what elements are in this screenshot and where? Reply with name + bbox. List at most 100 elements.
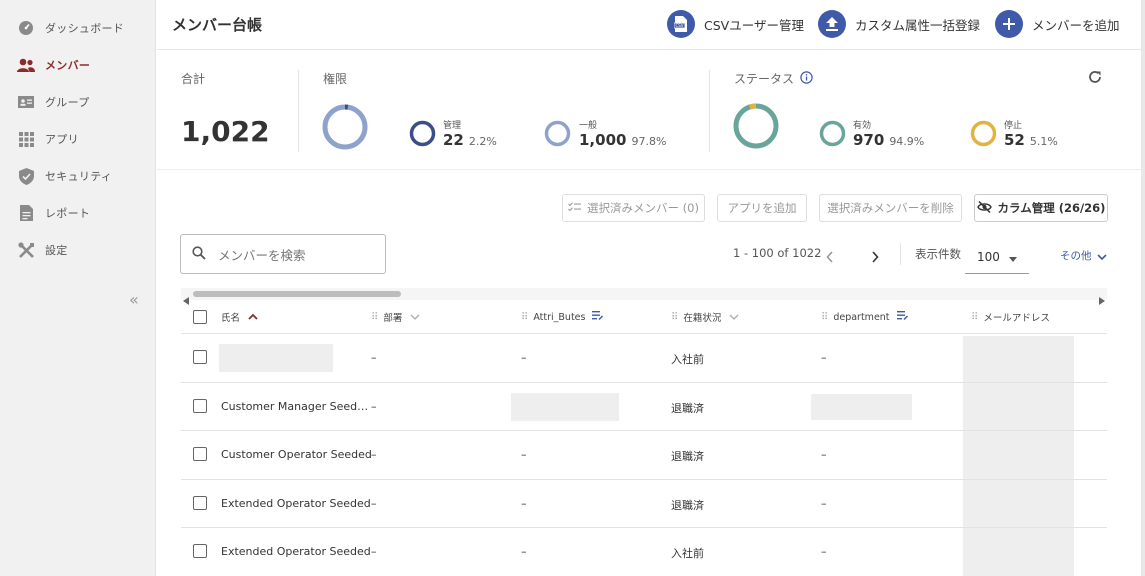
general-percent: 97.8% xyxy=(631,135,667,148)
sidebar-item-label: アプリ xyxy=(45,133,79,146)
admin-stat: 管理 22 2.2% xyxy=(409,118,497,149)
member-search-input[interactable]: メンバーを検索 xyxy=(180,234,386,274)
column-header-label: department xyxy=(833,311,890,323)
employment-status-cell: 退職済 xyxy=(671,499,704,512)
apps-grid-icon xyxy=(17,130,35,148)
general-label: 一般 xyxy=(579,121,598,131)
drag-handle-icon[interactable]: ⠿ xyxy=(821,312,828,323)
csv-user-management-button[interactable]: CSV CSVユーザー管理 xyxy=(667,9,804,39)
employment-status-cell: 入社前 xyxy=(671,353,704,366)
role-label: 権限 xyxy=(323,72,348,86)
custom-attribute-icon xyxy=(592,311,604,323)
role-donut-chart xyxy=(321,103,369,155)
scrollbar-thumb[interactable] xyxy=(193,291,401,297)
custom-attribute-bulk-button[interactable]: カスタム属性一括登録 xyxy=(818,9,980,39)
scroll-right-icon[interactable] xyxy=(1099,290,1105,309)
sidebar-item-apps[interactable]: アプリ xyxy=(0,124,156,154)
general-stat: 一般 1,000 97.8% xyxy=(544,118,666,149)
delete-selected-label: 選択済みメンバーを削除 xyxy=(827,201,954,215)
department-cell: – xyxy=(821,351,827,364)
page-scrollbar[interactable] xyxy=(1141,0,1145,576)
divider xyxy=(181,382,1107,383)
per-page-label: 表示件数 xyxy=(915,247,961,261)
people-icon xyxy=(17,56,35,74)
column-header-name[interactable]: 氏名 xyxy=(221,300,258,334)
divider xyxy=(181,333,1107,334)
dept-cell: – xyxy=(371,545,377,558)
page-title: メンバー台帳 xyxy=(172,16,263,34)
status-donut-chart xyxy=(732,102,780,154)
next-page-icon[interactable] xyxy=(871,248,879,267)
sidebar-item-dashboard[interactable]: ダッシュボード xyxy=(0,13,156,43)
divider xyxy=(181,479,1107,480)
add-app-button[interactable]: アプリを追加 xyxy=(717,194,807,222)
column-manage-button[interactable]: カラム管理 (26/26) xyxy=(974,194,1108,222)
total-value: 1,022 xyxy=(181,115,270,148)
sidebar-item-reports[interactable]: レポート xyxy=(0,198,156,228)
name-cell[interactable]: Extended Operator Seeded xyxy=(221,545,371,558)
dashboard-icon xyxy=(17,19,35,37)
row-checkbox[interactable] xyxy=(193,399,207,413)
select-all-checkbox[interactable] xyxy=(193,310,207,324)
drag-handle-icon[interactable]: ⠿ xyxy=(971,312,978,323)
sidebar-item-groups[interactable]: グループ xyxy=(0,87,156,117)
dept-cell: – xyxy=(371,497,377,510)
row-checkbox[interactable] xyxy=(193,496,207,510)
sort-ascending-icon[interactable] xyxy=(248,312,258,323)
sidebar-item-label: セキュリティ xyxy=(45,170,113,183)
row-checkbox[interactable] xyxy=(193,447,207,461)
more-menu-button[interactable]: その他 xyxy=(1060,246,1107,265)
group-icon xyxy=(17,93,35,111)
column-header-label: Attri_Butes xyxy=(533,311,586,323)
name-cell[interactable]: Extended Operator Seeded xyxy=(221,497,371,510)
sidebar-item-label: レポート xyxy=(45,207,91,220)
column-header-attributes[interactable]: ⠿ Attri_Butes xyxy=(521,300,604,334)
column-manage-label: カラム管理 (26/26) xyxy=(997,201,1106,215)
employment-status-cell: 入社前 xyxy=(671,547,704,560)
employment-status-cell: 退職済 xyxy=(671,450,704,463)
sidebar-item-members[interactable]: メンバー xyxy=(0,50,156,80)
table-horizontal-scrollbar[interactable] xyxy=(181,288,1107,305)
row-checkbox[interactable] xyxy=(193,350,207,364)
drag-handle-icon[interactable]: ⠿ xyxy=(521,312,528,323)
sidebar-item-settings[interactable]: 設定 xyxy=(0,235,156,265)
column-header-dept[interactable]: ⠿ 部署 xyxy=(371,300,420,334)
name-cell[interactable]: Customer Manager Seed… xyxy=(221,400,368,413)
info-icon[interactable] xyxy=(800,70,813,87)
pagination-range: 1 - 100 of 1022 xyxy=(733,246,822,260)
scroll-left-icon[interactable] xyxy=(183,290,189,309)
sidebar-item-security[interactable]: セキュリティ xyxy=(0,161,156,191)
per-page-select[interactable]: 100 xyxy=(965,240,1029,274)
column-header-email[interactable]: ⠿ メールアドレス xyxy=(971,300,1050,334)
row-checkbox[interactable] xyxy=(193,544,207,558)
refresh-icon[interactable] xyxy=(1087,69,1103,89)
chevron-down-icon xyxy=(1096,246,1107,265)
search-placeholder: メンバーを検索 xyxy=(218,247,306,263)
admin-count: 22 xyxy=(443,131,464,149)
selected-members-button[interactable]: 選択済みメンバー (0) xyxy=(562,194,705,222)
sidebar-item-label: ダッシュボード xyxy=(45,22,125,35)
checklist-icon xyxy=(568,201,582,215)
dept-cell: – xyxy=(371,400,377,413)
column-header-label: 部署 xyxy=(383,313,403,324)
department-cell: – xyxy=(821,497,827,510)
chevron-down-icon[interactable] xyxy=(729,312,739,323)
csv-file-icon: CSV xyxy=(667,10,695,38)
collapse-sidebar-icon[interactable]: « xyxy=(129,290,139,309)
active-count: 970 xyxy=(853,131,885,149)
drag-handle-icon[interactable]: ⠿ xyxy=(371,312,378,323)
chevron-down-icon[interactable] xyxy=(410,312,420,323)
prev-page-icon[interactable] xyxy=(826,248,834,267)
column-header-department[interactable]: ⠿ department xyxy=(821,300,908,334)
divider xyxy=(709,70,710,152)
column-header-employment-status[interactable]: ⠿ 在籍状況 xyxy=(671,300,739,334)
delete-selected-button[interactable]: 選択済みメンバーを削除 xyxy=(819,194,962,222)
redacted-name xyxy=(219,344,333,372)
total-label: 合計 xyxy=(181,72,206,86)
add-member-button[interactable]: メンバーを追加 xyxy=(995,9,1120,39)
divider xyxy=(181,430,1107,431)
drag-handle-icon[interactable]: ⠿ xyxy=(671,312,678,323)
upload-icon xyxy=(818,10,846,38)
name-cell[interactable]: Customer Operator Seeded xyxy=(221,448,372,461)
department-cell: – xyxy=(821,545,827,558)
